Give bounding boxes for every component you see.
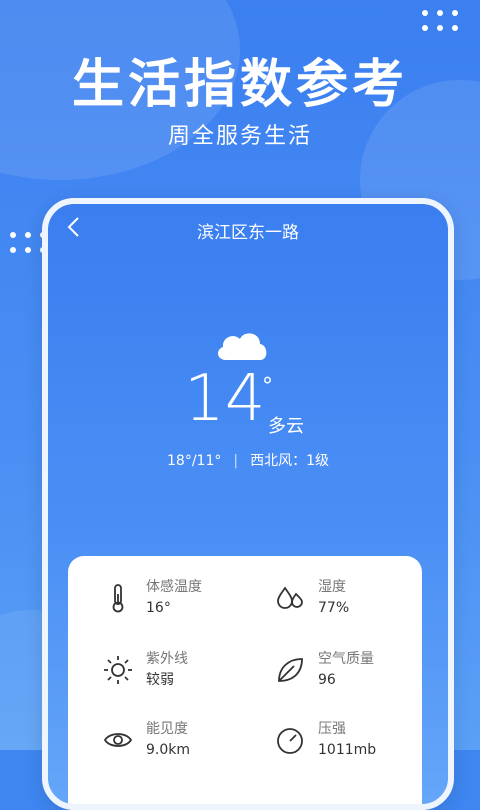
current-temperature: 14 <box>184 362 266 436</box>
index-item[interactable]: 能见度 9.0km <box>102 720 190 760</box>
index-label: 能见度 <box>146 721 188 737</box>
index-value: 16° <box>146 600 171 616</box>
index-value: 1011mb <box>318 742 377 758</box>
index-label: 湿度 <box>318 579 346 595</box>
index-label: 压强 <box>318 721 346 737</box>
index-value: 96 <box>318 672 336 688</box>
phone-mockup: 滨江区东一路 14 ° 多云 18°/11° | 西北风：1级 体感温度 16° 湿… <box>42 198 454 810</box>
eye-icon <box>103 733 133 747</box>
weather-condition: 多云 <box>268 416 304 437</box>
indices-card: 体感温度 16° 湿度 77% 紫外线 较弱 空气质量 96 能见度 9.0km… <box>68 556 422 804</box>
decor-dots <box>422 10 458 31</box>
thermometer-icon <box>112 584 124 613</box>
promo-subtitle: 周全服务生活 <box>167 124 312 149</box>
degree-symbol: ° <box>262 374 273 399</box>
index-item[interactable]: 空气质量 96 <box>274 650 374 690</box>
index-item[interactable]: 紫外线 较弱 <box>102 650 188 690</box>
temp-range-wind: 18°/11° | 西北风：1级 <box>167 453 329 469</box>
index-value: 77% <box>318 600 350 616</box>
index-label: 体感温度 <box>146 579 202 595</box>
index-item[interactable]: 体感温度 16° <box>102 578 202 618</box>
gauge-icon <box>277 728 303 754</box>
index-value: 9.0km <box>146 742 191 758</box>
index-label: 紫外线 <box>146 651 188 667</box>
index-item[interactable]: 压强 1011mb <box>274 720 376 760</box>
sun-icon <box>104 656 132 684</box>
wind-info: 西北风：1级 <box>250 453 329 469</box>
index-label: 空气质量 <box>318 651 374 667</box>
promo-title: 生活指数参考 <box>71 55 408 115</box>
leaf-icon <box>278 658 303 682</box>
humidity-icon <box>277 586 303 609</box>
index-item[interactable]: 湿度 77% <box>274 578 349 618</box>
decor-dots <box>10 232 46 253</box>
cloud-icon <box>217 333 267 360</box>
location-title: 滨江区东一路 <box>197 223 299 243</box>
temp-range: 18°/11° <box>167 453 222 469</box>
index-value: 较弱 <box>146 672 174 688</box>
